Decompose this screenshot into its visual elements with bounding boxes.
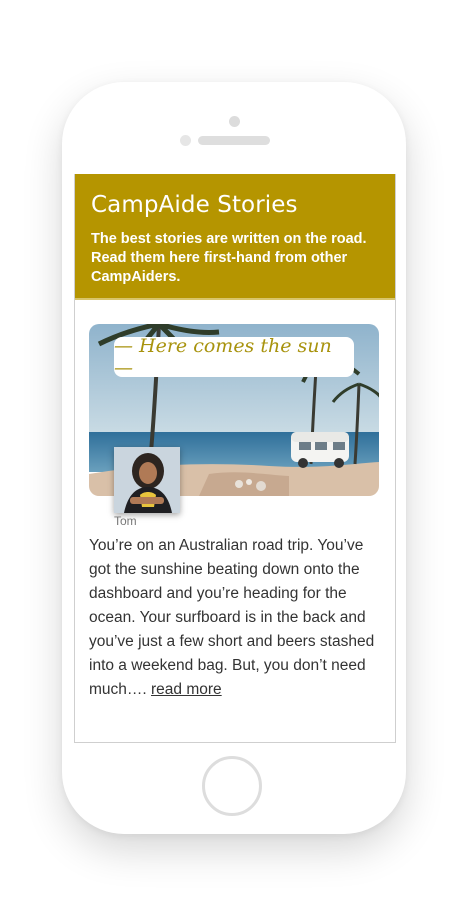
app-screen: CampAide Stories The best stories are wr…	[74, 174, 396, 743]
page-subtitle: The best stories are written on the road…	[91, 231, 367, 285]
author-name: Tom	[114, 514, 137, 528]
front-camera	[229, 116, 240, 127]
author-avatar[interactable]	[114, 447, 180, 513]
home-button[interactable]	[202, 756, 262, 816]
phone-frame: CampAide Stories The best stories are wr…	[62, 82, 406, 834]
page-title: CampAide Stories	[91, 192, 298, 218]
stories-header: CampAide Stories The best stories are wr…	[75, 174, 395, 300]
proximity-sensor	[180, 135, 191, 146]
story-excerpt: You’re on an Australian road trip. You’v…	[89, 534, 384, 702]
author-photo	[114, 447, 180, 513]
story-title-tag: — Here comes the sun —	[114, 335, 354, 379]
earpiece-speaker	[198, 136, 270, 145]
story-excerpt-text: You’re on an Australian road trip. You’v…	[89, 537, 375, 698]
read-more-link[interactable]: read more	[151, 681, 222, 698]
